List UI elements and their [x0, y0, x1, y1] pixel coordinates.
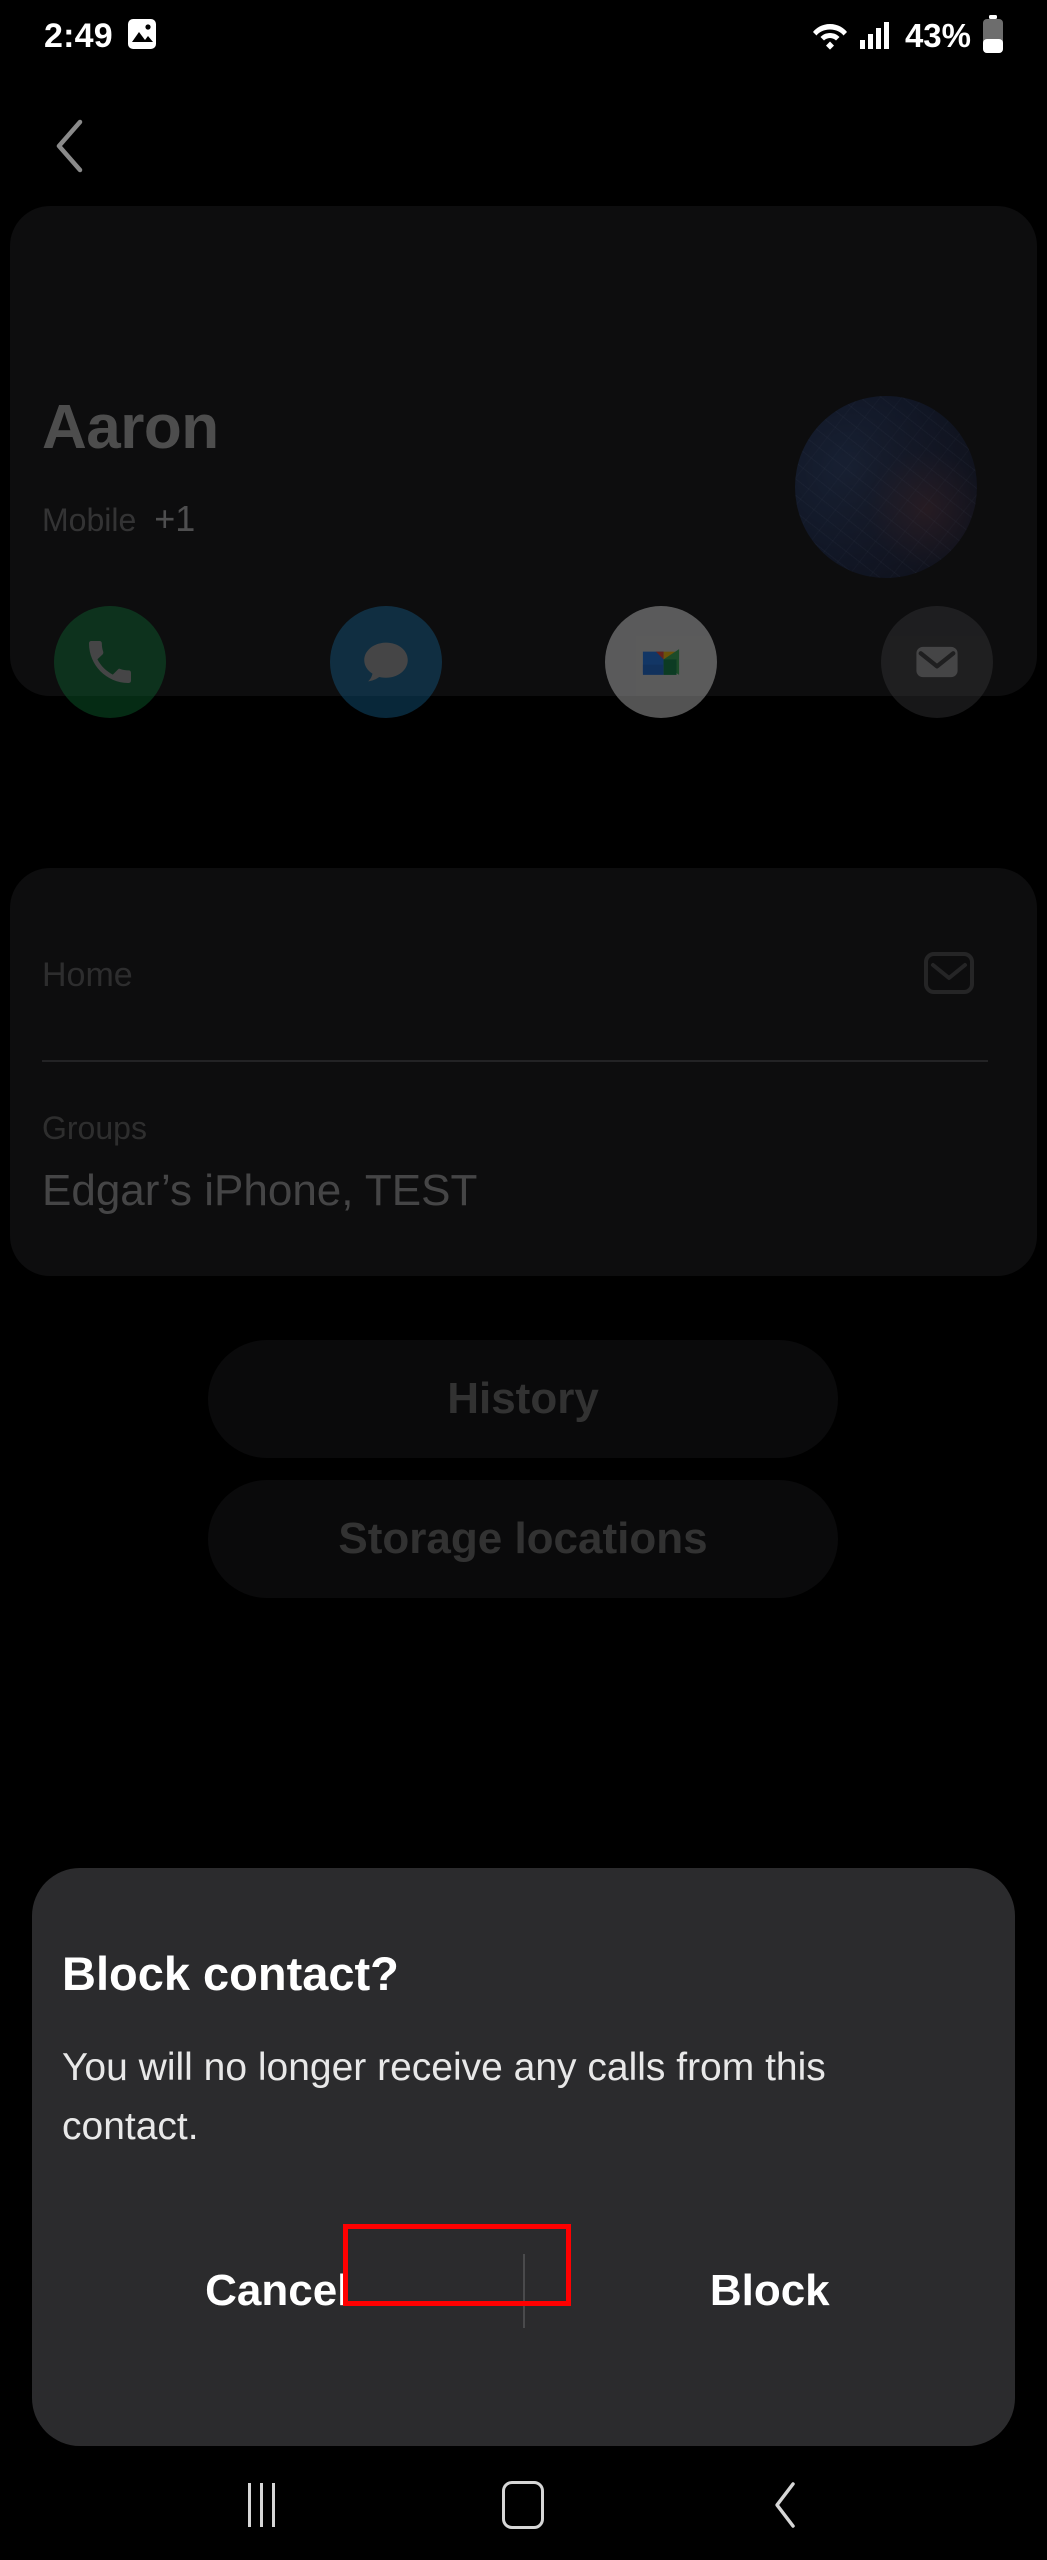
contact-phone-number: +1	[154, 498, 196, 539]
message-button[interactable]	[329, 606, 442, 718]
status-bar-left: 2:49	[44, 17, 157, 56]
battery-icon	[981, 14, 1005, 58]
back-button[interactable]	[36, 110, 108, 182]
envelope-icon	[916, 646, 958, 678]
dialog-title: Block contact?	[62, 1947, 399, 2000]
cellular-signal-icon	[859, 18, 891, 55]
app-header	[0, 96, 1047, 196]
avatar[interactable]	[795, 396, 977, 578]
detail-email-label: Home	[42, 955, 133, 994]
status-clock: 2:49	[44, 16, 113, 55]
wifi-icon	[811, 17, 849, 56]
storage-locations-button[interactable]: Storage locations	[208, 1480, 838, 1598]
detail-divider	[42, 1060, 988, 1062]
block-button[interactable]: Block	[525, 2226, 1016, 2356]
detail-groups-label: Groups	[42, 1110, 147, 1146]
back-chevron-icon	[775, 2482, 795, 2528]
chat-bubble-icon	[363, 642, 408, 682]
phone-screen: 2:49 43% Aaron Mobile +1 Home Groups Edg…	[0, 0, 1047, 2560]
status-bar-right: 43%	[811, 14, 1005, 58]
envelope-icon[interactable]	[923, 951, 975, 1000]
call-button[interactable]	[54, 606, 166, 718]
email-button[interactable]	[880, 606, 993, 718]
google-meet-icon	[643, 649, 680, 675]
home-icon	[502, 2481, 545, 2529]
history-button[interactable]: History	[208, 1340, 838, 1458]
cancel-button[interactable]: Cancel	[32, 2226, 523, 2356]
contact-name: Aaron	[42, 393, 219, 462]
dialog-action-row: Cancel Block	[32, 2226, 1015, 2356]
status-bar: 2:49 43%	[0, 0, 1047, 72]
chevron-left-icon	[56, 119, 83, 173]
recents-button[interactable]	[216, 2460, 306, 2550]
video-call-button[interactable]	[605, 606, 718, 718]
home-button[interactable]	[478, 2460, 568, 2550]
battery-percent-label: 43%	[904, 17, 971, 54]
contact-action-row	[0, 606, 1047, 718]
recents-icon	[247, 2483, 275, 2527]
contact-phone-row[interactable]: Mobile +1	[42, 498, 195, 540]
phone-icon	[89, 641, 131, 683]
system-navigation-bar	[0, 2450, 1047, 2560]
image-icon	[127, 18, 157, 55]
contact-phone-type-label: Mobile	[42, 502, 137, 538]
detail-row-email[interactable]: Home	[0, 920, 1047, 1030]
nav-back-button[interactable]	[741, 2460, 831, 2550]
detail-groups-value[interactable]: Edgar’s iPhone, TEST	[42, 1166, 477, 1216]
dialog-message: You will no longer receive any calls fro…	[62, 2046, 826, 2149]
